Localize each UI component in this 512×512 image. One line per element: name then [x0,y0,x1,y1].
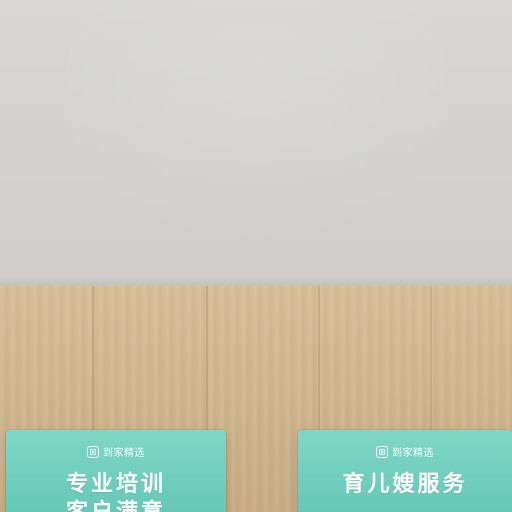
brand-logo-lockup: 到家精选 [87,444,145,459]
brand-logo-lockup: 到家精选 [376,444,434,459]
brand-logo-icon [87,445,99,458]
promo-card-right: 到家精选 育儿嫂服务 [298,430,512,512]
brand-name: 到家精选 [103,448,145,459]
brand-logo-icon [376,445,388,458]
promo-card-left: 到家精选 专业培训 客户满意 [6,430,226,512]
wall [0,0,512,286]
card-headline-line2: 客户满意 [6,494,226,512]
photo-scene: 到家精选 专业培训 客户满意 到家精选 育儿嫂服务 [0,0,512,512]
brand-name: 到家精选 [392,448,434,459]
card-headline: 育儿嫂服务 [342,472,468,497]
